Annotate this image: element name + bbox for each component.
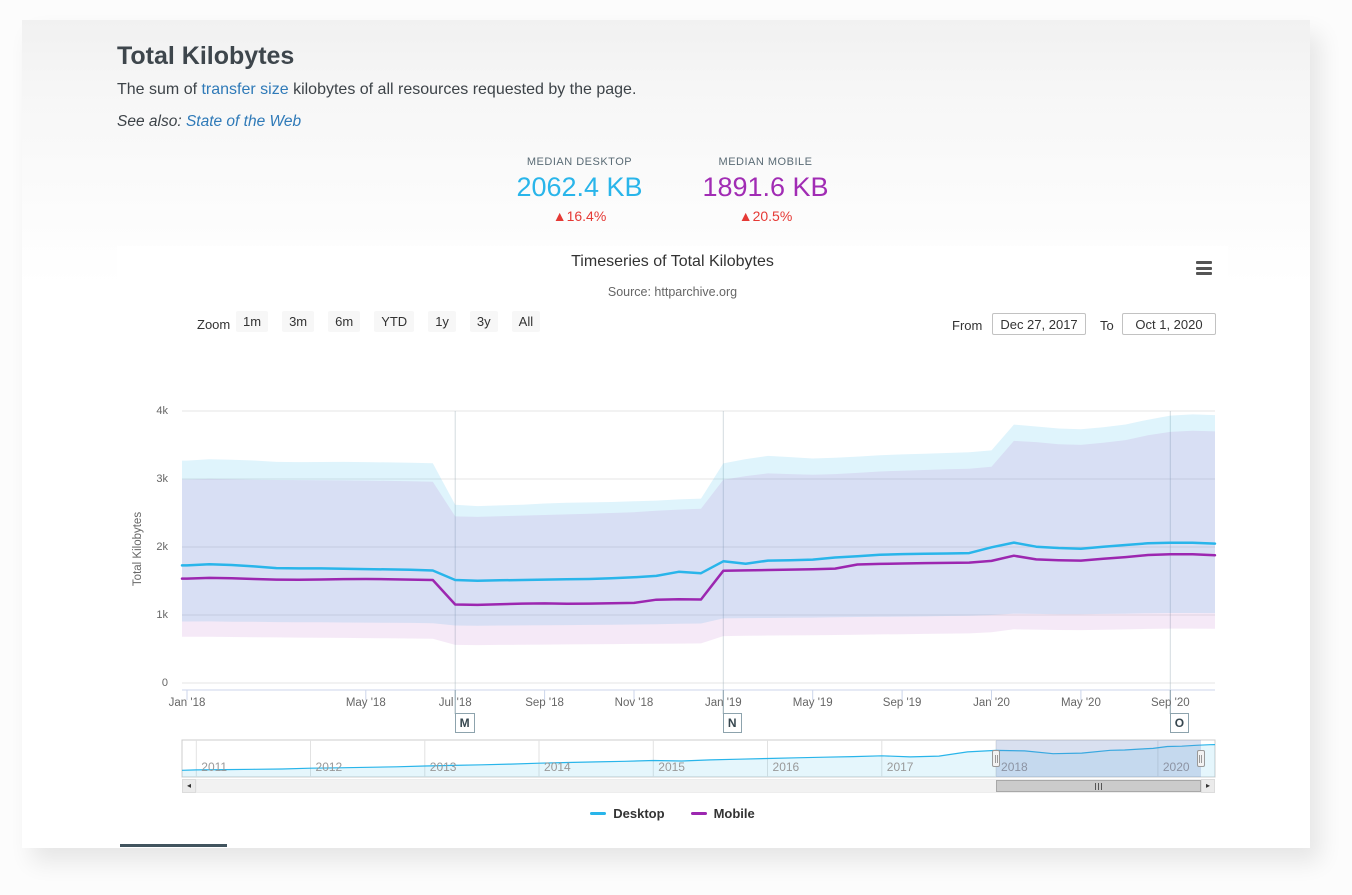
description-text: The sum of: [117, 81, 201, 98]
navigator-left-handle-icon[interactable]: [992, 750, 1000, 767]
from-label: From: [952, 318, 982, 333]
range-button-3y[interactable]: 3y: [470, 311, 498, 332]
desktop-series-swatch-icon: [590, 812, 606, 815]
mobile-series-swatch-icon: [691, 812, 707, 815]
chart-legend: Desktop Mobile: [117, 806, 1228, 821]
median-desktop-value: 2062.4 KB: [501, 172, 659, 203]
flag-marker-n[interactable]: N: [723, 713, 742, 733]
see-also: See also: State of the Web: [117, 113, 301, 131]
scrollbar-right-arrow-icon[interactable]: ▸: [1201, 779, 1215, 793]
legend-item-desktop[interactable]: Desktop: [590, 806, 664, 821]
median-stats: MEDIAN DESKTOP 2062.4 KB ▲16.4% MEDIAN M…: [117, 156, 1228, 224]
chart-title: Timeseries of Total Kilobytes: [117, 253, 1228, 271]
median-desktop-block: MEDIAN DESKTOP 2062.4 KB ▲16.4%: [501, 156, 659, 224]
median-desktop-change: ▲16.4%: [501, 208, 659, 224]
to-date-input[interactable]: [1122, 313, 1216, 335]
page-description: The sum of transfer size kilobytes of al…: [117, 81, 636, 99]
scrollbar-left-arrow-icon[interactable]: ◂: [182, 779, 196, 793]
see-also-label: See also:: [117, 113, 186, 130]
range-button-all[interactable]: All: [512, 311, 540, 332]
range-button-1y[interactable]: 1y: [428, 311, 456, 332]
flag-marker-o[interactable]: O: [1170, 713, 1189, 733]
zoom-label: Zoom: [197, 317, 230, 332]
median-mobile-change: ▲20.5%: [687, 208, 845, 224]
median-mobile-label: MEDIAN MOBILE: [687, 156, 845, 168]
navigator-right-handle-icon[interactable]: [1197, 750, 1205, 767]
median-mobile-block: MEDIAN MOBILE 1891.6 KB ▲20.5%: [687, 156, 845, 224]
from-date-input[interactable]: [992, 313, 1086, 335]
range-button-1m[interactable]: 1m: [236, 311, 268, 332]
y-axis-title: Total Kilobytes: [132, 449, 144, 649]
range-button-ytd[interactable]: YTD: [374, 311, 414, 332]
scrollbar-thumb[interactable]: [996, 780, 1201, 792]
legend-label-mobile: Mobile: [714, 806, 755, 821]
legend-item-mobile[interactable]: Mobile: [691, 806, 755, 821]
chart-subtitle: Source: httparchive.org: [117, 285, 1228, 299]
navigator-selected-range[interactable]: [996, 740, 1201, 777]
median-mobile-value: 1891.6 KB: [687, 172, 845, 203]
hamburger-menu-icon[interactable]: [1196, 261, 1212, 275]
page-title: Total Kilobytes: [117, 42, 294, 71]
range-button-6m[interactable]: 6m: [328, 311, 360, 332]
flag-marker-m[interactable]: M: [455, 713, 475, 733]
below-card-element-edge: [120, 844, 227, 847]
range-selector-buttons: 1m 3m 6m YTD 1y 3y All: [236, 311, 540, 332]
transfer-size-link[interactable]: transfer size: [201, 81, 288, 98]
range-button-3m[interactable]: 3m: [282, 311, 314, 332]
median-desktop-label: MEDIAN DESKTOP: [501, 156, 659, 168]
description-text-2: kilobytes of all resources requested by …: [289, 81, 637, 98]
state-of-the-web-link[interactable]: State of the Web: [186, 113, 301, 130]
to-label: To: [1100, 318, 1114, 333]
legend-label-desktop: Desktop: [613, 806, 664, 821]
